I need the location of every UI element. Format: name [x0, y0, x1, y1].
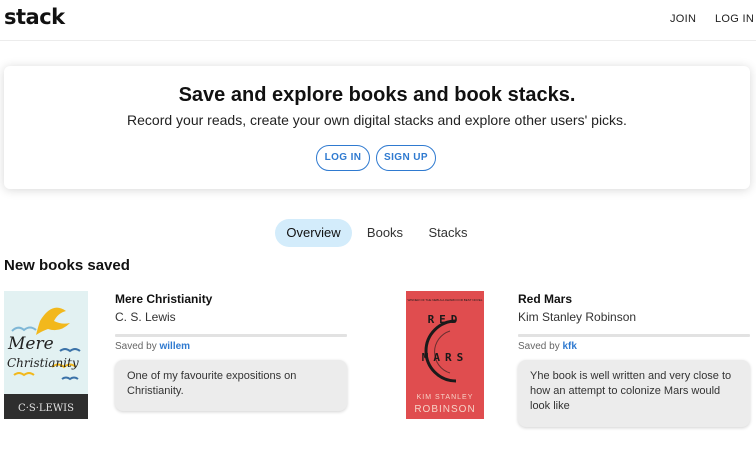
saved-by-user-link[interactable]: kfk — [562, 341, 576, 352]
tab-overview[interactable]: Overview — [275, 219, 352, 247]
svg-text:KIM STANLEY: KIM STANLEY — [417, 394, 474, 401]
saved-by-label: Saved by — [115, 341, 157, 352]
book-author: Kim Stanley Robinson — [518, 310, 637, 324]
hero-signup-button[interactable]: SIGN UP — [376, 145, 436, 171]
saved-by-line: Saved by kfk — [518, 341, 577, 352]
book-comment: One of my favourite expositions on Chris… — [115, 360, 347, 411]
svg-text:ROBINSON: ROBINSON — [414, 404, 475, 415]
red-mars-cover-art: WINNER OF THE NEBULA AWARD FOR BEST NOVE… — [406, 291, 484, 419]
book-title[interactable]: Red Mars — [518, 292, 572, 306]
book-cover-red-mars[interactable]: WINNER OF THE NEBULA AWARD FOR BEST NOVE… — [406, 291, 484, 419]
svg-text:Christianity: Christianity — [7, 356, 79, 370]
svg-text:WINNER OF THE NEBULA AWARD FOR: WINNER OF THE NEBULA AWARD FOR BEST NOVE… — [407, 298, 482, 302]
saved-by-label: Saved by — [518, 341, 560, 352]
mere-christianity-cover-art: Mere Christianity C·S·LEWIS — [4, 291, 88, 419]
tab-stacks[interactable]: Stacks — [422, 219, 474, 247]
divider — [518, 334, 750, 337]
svg-text:C·S·LEWIS: C·S·LEWIS — [18, 403, 74, 414]
join-link[interactable]: JOIN — [670, 13, 696, 25]
login-link[interactable]: LOG IN — [715, 13, 754, 25]
svg-text:Mere: Mere — [7, 334, 54, 354]
book-cover-mere-christianity[interactable]: Mere Christianity C·S·LEWIS — [4, 291, 88, 419]
saved-by-line: Saved by willem — [115, 341, 190, 352]
book-comment: Yhe book is well written and very close … — [518, 360, 750, 427]
tab-bar: Overview Books Stacks — [0, 219, 756, 247]
svg-text:RED: RED — [428, 313, 463, 326]
hero-title: Save and explore books and book stacks. — [178, 84, 576, 106]
top-navigation-bar: stack JOIN LOG IN — [0, 0, 756, 41]
book-author: C. S. Lewis — [115, 310, 176, 324]
stack-logo[interactable]: stack — [4, 5, 65, 29]
hero-card: Save and explore books and book stacks. … — [4, 66, 750, 189]
svg-text:MARS: MARS — [422, 351, 469, 364]
saved-by-user-link[interactable]: willem — [159, 341, 190, 352]
hero-login-button[interactable]: LOG IN — [316, 145, 370, 171]
divider — [115, 334, 347, 337]
section-title: New books saved — [4, 257, 130, 274]
book-title[interactable]: Mere Christianity — [115, 292, 212, 306]
tab-books[interactable]: Books — [362, 219, 408, 247]
hero-subtitle: Record your reads, create your own digit… — [127, 112, 627, 128]
